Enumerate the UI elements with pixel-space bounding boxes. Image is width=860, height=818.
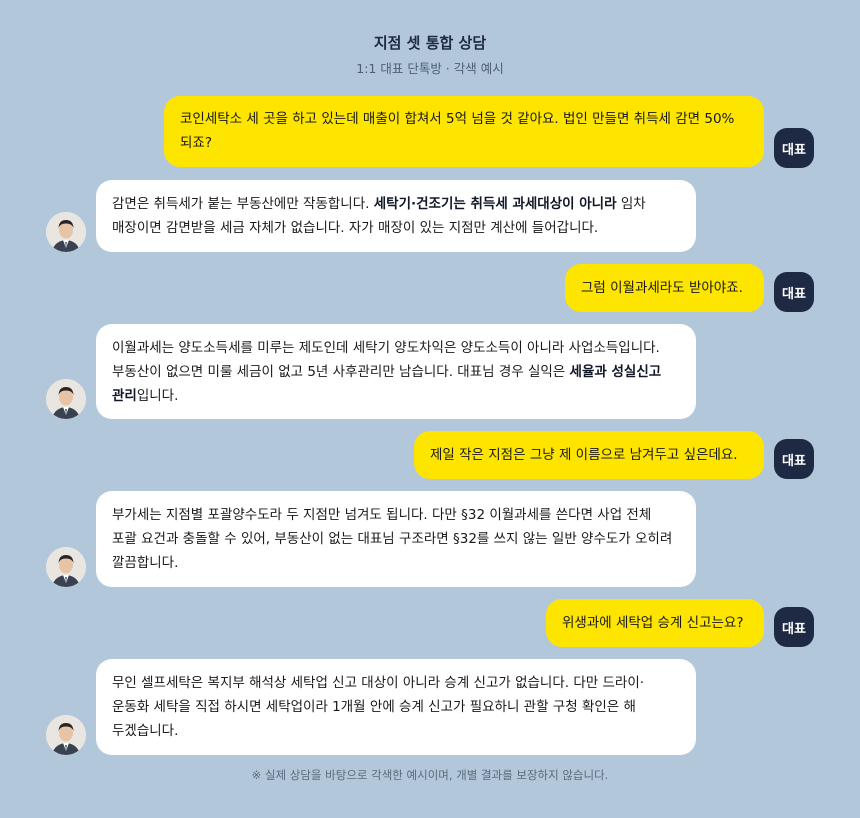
user-message-1: 코인세탁소 세 곳을 하고 있는데 매출이 합쳐서 5억 넘을 것 같아요. 법… [164, 96, 764, 167]
advisor-message-text: 이월과세는 양도소득세를 미루는 제도인데 세탁기 양도차익은 양도소득이 아니… [112, 340, 662, 404]
user-message-text: 그럼 이월과세라도 받아야죠. [581, 280, 743, 296]
advisor-message-2: 이월과세는 양도소득세를 미루는 제도인데 세탁기 양도차익은 양도소득이 아니… [96, 324, 696, 419]
user-message-2: 그럼 이월과세라도 받아야죠. [565, 264, 764, 312]
advisor-message-1: 감면은 취득세가 붙는 부동산에만 작동합니다. 세탁기·건조기는 취득세 과세… [96, 180, 696, 252]
user-message-3: 제일 작은 지점은 그냥 제 이름으로 남겨두고 싶은데요. [414, 431, 764, 479]
ceo-badge: 대표 [774, 272, 814, 312]
advisor-avatar-icon [46, 715, 86, 755]
chat-title: 지점 셋 통합 상담 [373, 34, 487, 52]
user-message-text: 코인세탁소 세 곳을 하고 있는데 매출이 합쳐서 5억 넘을 것 같아요. 법… [180, 111, 735, 151]
advisor-message-3: 부가세는 지점별 포괄양수도라 두 지점만 넘겨도 됩니다. 다만 §32 이월… [96, 491, 696, 587]
ceo-badge: 대표 [774, 439, 814, 479]
advisor-message-text: 무인 셀프세탁은 복지부 해석상 세탁업 신고 대상이 아니라 승계 신고가 없… [112, 675, 645, 739]
advisor-avatar-icon [46, 547, 86, 587]
ceo-badge: 대표 [774, 128, 814, 168]
user-message-text: 제일 작은 지점은 그냥 제 이름으로 남겨두고 싶은데요. [430, 447, 738, 463]
advisor-message-text: 부가세는 지점별 포괄양수도라 두 지점만 넘겨도 됩니다. 다만 §32 이월… [112, 507, 673, 571]
chat-subtitle: 1:1 대표 단톡방 · 각색 예시 [356, 61, 504, 76]
ceo-badge: 대표 [774, 607, 814, 647]
advisor-avatar-icon [46, 379, 86, 419]
disclaimer-footer: ※ 실제 상담을 바탕으로 각색한 예시이며, 개별 결과를 보장하지 않습니다… [251, 768, 609, 782]
chat-header: 지점 셋 통합 상담 1:1 대표 단톡방 · 각색 예시 [0, 32, 860, 78]
user-message-text: 위생과에 세탁업 승계 신고는요? [562, 615, 744, 631]
user-message-4: 위생과에 세탁업 승계 신고는요? [546, 599, 764, 647]
advisor-message-4: 무인 셀프세탁은 복지부 해석상 세탁업 신고 대상이 아니라 승계 신고가 없… [96, 659, 696, 755]
advisor-avatar-icon [46, 212, 86, 252]
emphasis-text: 세탁기·건조기는 취득세 과세대상이 아니라 [373, 196, 617, 212]
advisor-message-text: 감면은 취득세가 붙는 부동산에만 작동합니다. 세탁기·건조기는 취득세 과세… [112, 196, 646, 236]
